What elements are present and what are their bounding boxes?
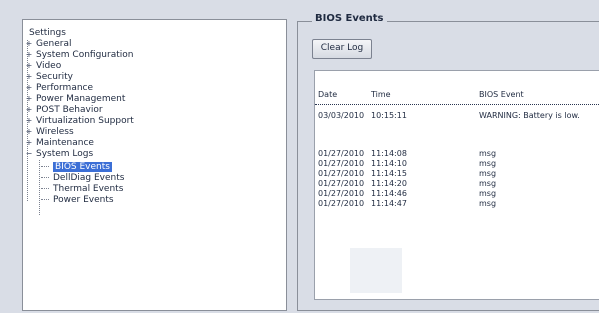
row-time: 11:14:10 [371, 159, 407, 168]
tree-item-wireless[interactable]: + Wireless [25, 127, 74, 137]
sub-tree-connector [39, 160, 40, 215]
expand-icon[interactable]: + [25, 73, 33, 81]
row-date: 01/27/2010 [318, 179, 365, 188]
row-date: 01/27/2010 [318, 169, 365, 178]
expand-icon[interactable]: + [25, 117, 33, 125]
tree-item-delldiag-events[interactable]: DellDiag Events [41, 173, 124, 183]
row-event: msg [479, 189, 497, 198]
tree-item-power-management[interactable]: + Power Management [25, 94, 126, 104]
tree-item-maintenance[interactable]: + Maintenance [25, 138, 94, 148]
row-time: 11:14:15 [371, 169, 407, 178]
settings-tree: Settings + General + System Configuration … [22, 19, 287, 311]
row-date: 01/27/2010 [318, 199, 365, 208]
expand-icon[interactable]: + [25, 139, 33, 147]
row-time: 10:15:11 [371, 111, 407, 120]
tree-item-bios-events[interactable]: BIOS Events [41, 162, 112, 172]
tree-item-thermal-events[interactable]: Thermal Events [41, 184, 123, 194]
tree-item-performance[interactable]: + Performance [25, 83, 93, 93]
tree-item-video[interactable]: + Video [25, 61, 62, 71]
expand-icon[interactable]: + [25, 51, 33, 59]
row-event: msg [479, 169, 497, 178]
tree-root-label[interactable]: Settings [29, 28, 66, 38]
group-title: BIOS Events [312, 13, 387, 24]
tree-item-virtualization-support[interactable]: + Virtualization Support [25, 116, 134, 126]
row-date: 03/03/2010 [318, 111, 365, 120]
clear-log-button[interactable]: Clear Log [312, 39, 372, 59]
column-header-time: Time [371, 90, 391, 99]
collapse-icon[interactable]: − [25, 150, 33, 158]
column-header-date: Date [318, 90, 338, 99]
row-date: 01/27/2010 [318, 189, 365, 198]
expand-icon[interactable]: + [25, 84, 33, 92]
tree-item-security[interactable]: + Security [25, 72, 73, 82]
column-header-event: BIOS Event [479, 90, 524, 99]
row-date: 01/27/2010 [318, 159, 365, 168]
row-time: 11:14:20 [371, 179, 407, 188]
row-date: 01/27/2010 [318, 149, 365, 158]
tree-item-post-behavior[interactable]: + POST Behavior [25, 105, 103, 115]
expand-icon[interactable]: + [25, 106, 33, 114]
row-time: 11:14:46 [371, 189, 407, 198]
row-event: WARNING: Battery is low. [479, 111, 580, 120]
tree-item-general[interactable]: + General [25, 39, 72, 49]
header-divider [315, 104, 599, 105]
tree-item-system-configuration[interactable]: + System Configuration [25, 50, 134, 60]
row-event: msg [479, 149, 497, 158]
expand-icon[interactable]: + [25, 128, 33, 136]
background-watermark [350, 248, 402, 293]
tree-item-power-events[interactable]: Power Events [41, 195, 114, 205]
tree-item-system-logs[interactable]: − System Logs [25, 149, 94, 159]
row-event: msg [479, 159, 497, 168]
row-time: 11:14:08 [371, 149, 407, 158]
row-event: msg [479, 199, 497, 208]
expand-icon[interactable]: + [25, 95, 33, 103]
expand-icon[interactable]: + [25, 40, 33, 48]
row-event: msg [479, 179, 497, 188]
expand-icon[interactable]: + [25, 62, 33, 70]
row-time: 11:14:47 [371, 199, 407, 208]
